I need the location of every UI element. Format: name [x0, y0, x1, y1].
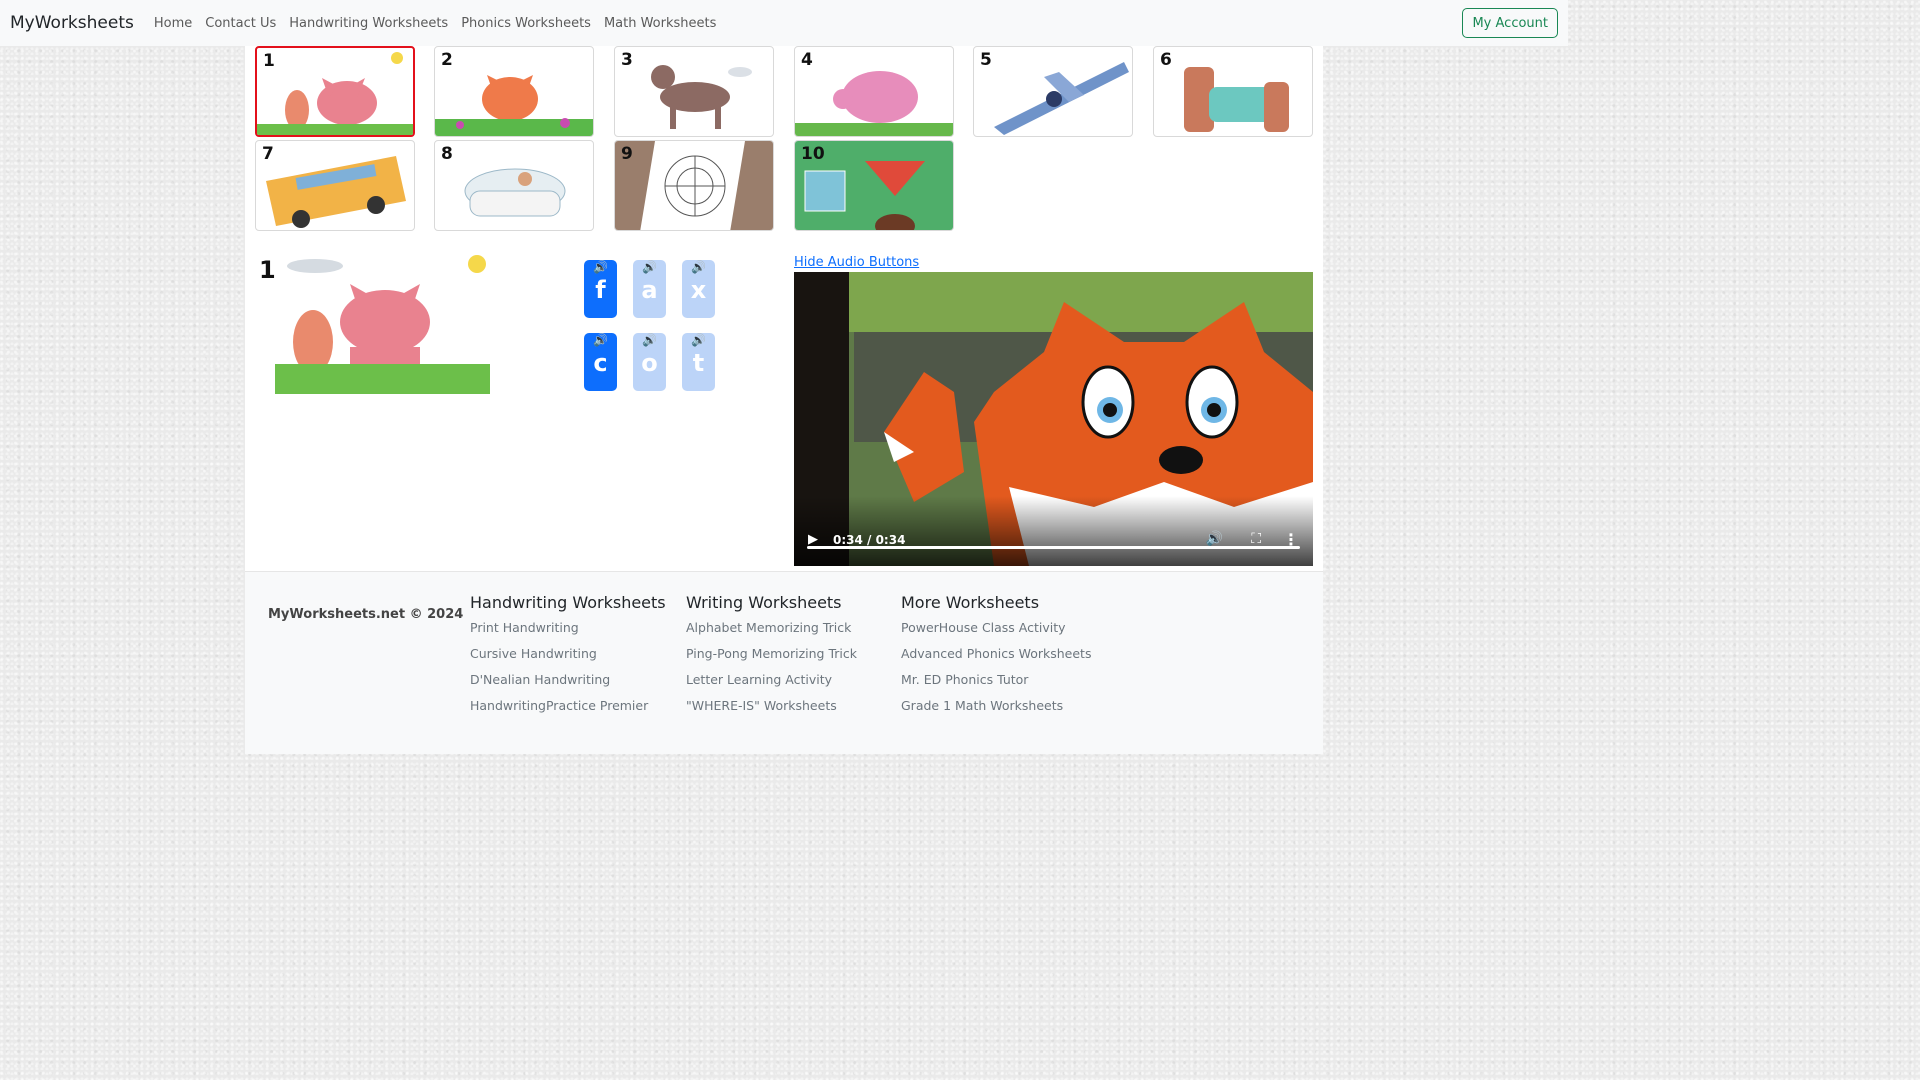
- thumbnail-number: 9: [621, 144, 633, 164]
- picture-thumbnail-3[interactable]: 3: [614, 46, 774, 137]
- dog-illustration: [651, 65, 752, 129]
- copyright-text: MyWorksheets.net © 2024: [268, 607, 464, 622]
- video-progress-bar[interactable]: [807, 546, 1300, 549]
- picture-thumbnail-10[interactable]: 10: [794, 140, 954, 231]
- footer-link[interactable]: HandwritingPractice Premier: [470, 698, 666, 724]
- letter-t-audio-button[interactable]: 🔊 t: [682, 333, 715, 391]
- nav-phonics-worksheets[interactable]: Phonics Worksheets: [461, 16, 591, 31]
- letter-c-audio-button[interactable]: 🔊 c: [584, 333, 617, 391]
- thumbnail-number: 8: [441, 144, 453, 164]
- footer-column-title: Handwriting Worksheets: [470, 593, 666, 612]
- letter-o-audio-button[interactable]: 🔊 o: [633, 333, 666, 391]
- nav-math-worksheets[interactable]: Math Worksheets: [604, 16, 716, 31]
- nav-handwriting-worksheets[interactable]: Handwriting Worksheets: [289, 16, 448, 31]
- speaker-icon: 🔊: [593, 260, 608, 274]
- thumbnail-number: 2: [441, 50, 453, 70]
- letter-label: f: [595, 276, 606, 304]
- footer-link[interactable]: Alphabet Memorizing Trick: [686, 620, 857, 646]
- cat-illustration: [435, 75, 593, 136]
- footer-column-title: More Worksheets: [901, 593, 1040, 612]
- picture-thumbnail-9[interactable]: 9: [614, 140, 774, 231]
- letter-label: t: [692, 349, 705, 377]
- letter-label: c: [593, 349, 608, 377]
- video-player[interactable]: ▶ 0:34 / 0:34 🔊 ⛶ ⋮: [794, 272, 1313, 566]
- selected-picture-preview: 1: [255, 252, 495, 394]
- picture-thumbnail-2[interactable]: 2: [434, 46, 594, 137]
- hide-audio-buttons-link[interactable]: Hide Audio Buttons: [794, 255, 919, 270]
- footer-link[interactable]: Mr. ED Phonics Tutor: [901, 672, 1091, 698]
- bus-illustration: [266, 156, 406, 228]
- speaker-icon: 🔊: [642, 260, 657, 274]
- cat-illustration: [255, 252, 495, 394]
- picture-thumbnail-6[interactable]: 6: [1153, 46, 1313, 137]
- footer-column-more: More Worksheets PowerHouse Class Activit…: [901, 593, 1091, 724]
- footer-link[interactable]: Advanced Phonics Worksheets: [901, 646, 1091, 672]
- thumbnail-number: 5: [980, 50, 992, 70]
- picture-thumbnail-1[interactable]: 1: [255, 46, 415, 137]
- bed-illustration: [1184, 67, 1289, 132]
- video-time-display: 0:34 / 0:34: [833, 533, 906, 547]
- my-account-button[interactable]: My Account: [1462, 8, 1558, 38]
- pig-illustration: [795, 71, 953, 136]
- footer-column-writing: Writing Worksheets Alphabet Memorizing T…: [686, 593, 857, 724]
- picture-thumbnail-5[interactable]: 5: [973, 46, 1133, 137]
- footer-link[interactable]: PowerHouse Class Activity: [901, 620, 1091, 646]
- footer-link[interactable]: Ping-Pong Memorizing Trick: [686, 646, 857, 672]
- jet-illustration: [994, 62, 1129, 135]
- nav-contact-us[interactable]: Contact Us: [205, 16, 276, 31]
- footer-link[interactable]: Letter Learning Activity: [686, 672, 857, 698]
- spider-web-illustration: [615, 141, 773, 230]
- thumbnail-number: 1: [263, 51, 275, 71]
- brand-logo[interactable]: MyWorksheets: [10, 13, 134, 33]
- footer-link[interactable]: Cursive Handwriting: [470, 646, 666, 672]
- play-icon[interactable]: ▶: [808, 532, 818, 547]
- footer-link[interactable]: D'Nealian Handwriting: [470, 672, 666, 698]
- cat-illustration: [257, 52, 413, 135]
- speaker-icon: 🔊: [593, 333, 608, 347]
- fullscreen-icon[interactable]: ⛶: [1251, 531, 1261, 547]
- thumbnail-number: 7: [262, 144, 274, 164]
- letter-x-audio-button[interactable]: 🔊 x: [682, 260, 715, 318]
- thumbnail-number: 6: [1160, 50, 1172, 70]
- thumbnail-number: 3: [621, 50, 633, 70]
- thumbnail-number: 4: [801, 50, 813, 70]
- main-content: 1 2 3 4 5 6 7 8 9 10 1 🔊 f 🔊 a 🔊 x 🔊 c 🔊…: [245, 46, 1323, 571]
- letter-a-audio-button[interactable]: 🔊 a: [633, 260, 666, 318]
- top-navbar: MyWorksheets Home Contact Us Handwriting…: [0, 0, 1568, 46]
- letter-label: o: [641, 349, 658, 377]
- video-controls: ▶ 0:34 / 0:34 🔊 ⛶ ⋮: [794, 496, 1313, 566]
- letter-label: a: [641, 276, 658, 304]
- picture-thumbnail-8[interactable]: 8: [434, 140, 594, 231]
- volume-icon[interactable]: 🔊: [1206, 531, 1223, 547]
- footer-link[interactable]: Print Handwriting: [470, 620, 666, 646]
- footer-column-handwriting: Handwriting Worksheets Print Handwriting…: [470, 593, 666, 724]
- preview-number: 1: [259, 256, 276, 284]
- tub-illustration: [464, 168, 566, 217]
- speaker-icon: 🔊: [642, 333, 657, 347]
- footer: MyWorksheets.net © 2024 Handwriting Work…: [245, 571, 1323, 754]
- speaker-icon: 🔊: [691, 333, 706, 347]
- speaker-icon: 🔊: [691, 260, 706, 274]
- thumbnail-number: 10: [801, 144, 825, 164]
- nav-home[interactable]: Home: [154, 16, 192, 31]
- footer-link[interactable]: Grade 1 Math Worksheets: [901, 698, 1091, 724]
- letter-f-audio-button[interactable]: 🔊 f: [584, 260, 617, 318]
- letter-label: x: [690, 276, 707, 304]
- picture-thumbnail-4[interactable]: 4: [794, 46, 954, 137]
- picture-thumbnail-7[interactable]: 7: [255, 140, 415, 231]
- footer-link[interactable]: "WHERE-IS" Worksheets: [686, 698, 857, 724]
- footer-column-title: Writing Worksheets: [686, 593, 842, 612]
